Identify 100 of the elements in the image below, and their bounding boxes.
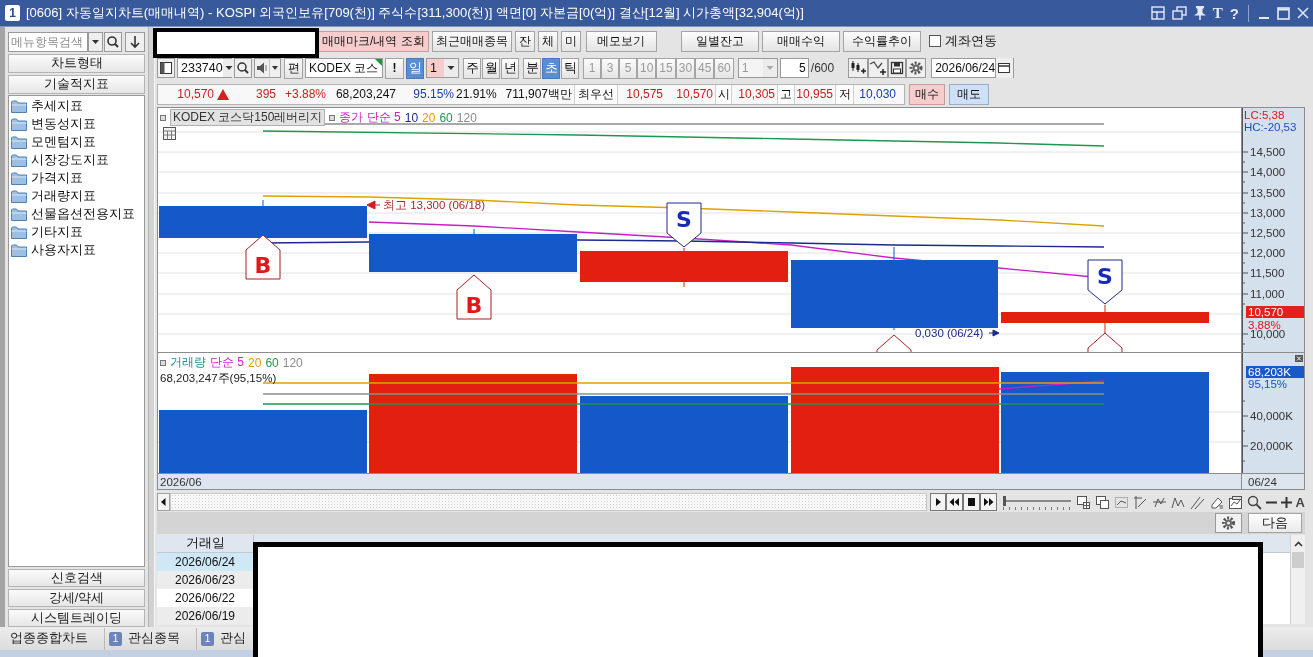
close-pane-icon[interactable] (1295, 355, 1303, 362)
period-tab[interactable]: 주 (463, 57, 481, 79)
toolbar-button[interactable]: 잔 (514, 30, 535, 52)
taskbar-item[interactable]: 1 관심종목 (105, 627, 197, 650)
series-name-label: KODEX 코스닥150레버리지 (170, 109, 326, 126)
bar-count-field[interactable]: 5 (779, 58, 809, 78)
toolbar-button[interactable]: 최근매매종목 (431, 30, 512, 52)
windows-icon[interactable] (1171, 6, 1187, 20)
text-size-button[interactable]: T (1212, 5, 1223, 21)
speaker-icon[interactable] (254, 58, 281, 78)
window-title: [0606] 자동일지차트(매매내역) - KOSPI 외국인보유[709(천)] 주식수[311,300(천)] 액면[0] 자본금[0(억)] 결산[12월] 시가총액[32,904(억)] (26, 4, 804, 22)
close-icon[interactable] (1297, 7, 1309, 19)
left-arrow-icon (366, 200, 381, 210)
alert-button[interactable]: ! (385, 57, 404, 79)
table-row[interactable]: 2026/06/24 (157, 553, 253, 571)
quote-label: 시 (715, 84, 732, 104)
help-button[interactable]: ? (1229, 5, 1239, 21)
toolbar-button[interactable]: 미 (560, 30, 581, 52)
toolbar-button[interactable]: 매매마크/내역 조회 (318, 30, 429, 52)
table-row[interactable]: 2026/06/23 (157, 571, 253, 589)
up-caret-icon[interactable] (1293, 541, 1303, 547)
quote-label: 고 (777, 84, 795, 104)
tree-item[interactable]: 변동성지표 (9, 115, 144, 133)
report-button[interactable]: 일별잔고 (680, 30, 759, 52)
tree-item[interactable]: 선물옵션전용지표 (9, 205, 144, 223)
dropdown-caret-icon[interactable] (88, 32, 103, 52)
play-icon[interactable] (929, 493, 946, 511)
calendar-icon[interactable] (995, 58, 1014, 78)
pin-icon[interactable] (1193, 6, 1206, 20)
trend-line-icon[interactable] (1132, 494, 1148, 510)
edit-button[interactable]: 편 (284, 57, 303, 79)
layout-icon[interactable] (1150, 6, 1165, 20)
period-tab[interactable]: 분 (523, 57, 541, 79)
buy-signal-marker: B (245, 234, 281, 280)
menu-search-field[interactable]: 메뉴항목검색 (8, 32, 88, 52)
text-tool-button[interactable]: A (1295, 494, 1305, 510)
panel-icon[interactable] (157, 58, 175, 78)
account-link-checkbox[interactable] (928, 35, 941, 47)
tree-item[interactable]: 가격지표 (9, 169, 144, 187)
tree-item[interactable]: 시장강도지표 (9, 151, 144, 169)
taskbar-item[interactable]: 1 관심 (197, 627, 248, 650)
scrollbar-thumb[interactable] (1292, 552, 1304, 568)
sell-button[interactable]: 매도 (949, 83, 989, 105)
search-icon[interactable] (104, 32, 122, 52)
axis-tick-label: 11,000 (1250, 288, 1285, 300)
period-tab[interactable]: 월 (482, 57, 500, 79)
sidebar-tab-button[interactable]: 기술적지표 (8, 75, 145, 94)
sidebar-menu-button[interactable]: 시스템트레이딩 (8, 609, 145, 627)
tree-item[interactable]: 모멘텀지표 (9, 133, 144, 151)
stock-name-field[interactable]: KODEX 코스 (305, 58, 383, 78)
gear-icon[interactable] (906, 58, 927, 78)
plus-icon[interactable] (1280, 496, 1292, 508)
period-tab[interactable]: 틱 (561, 57, 579, 79)
candle-plus-icon[interactable] (848, 58, 869, 78)
caret-icon[interactable] (444, 59, 458, 77)
maximize-icon[interactable] (1277, 6, 1290, 20)
tree-item[interactable]: 사용자지표 (9, 241, 144, 259)
date-field[interactable]: 2026/06/24 (931, 58, 1015, 78)
search-icon[interactable] (1246, 494, 1262, 510)
quote-value: 10,305 (737, 87, 776, 101)
folder-icon (11, 99, 27, 113)
gear-icon[interactable] (1215, 513, 1242, 533)
search-icon[interactable] (234, 58, 252, 78)
caret-icon[interactable] (222, 59, 235, 77)
period-tab[interactable]: 년 (501, 57, 519, 79)
stock-code-field[interactable]: 233740 (177, 58, 232, 78)
legend-label: 20 (422, 110, 436, 125)
sidebar-menu-button[interactable]: 강세/약세 (8, 589, 145, 607)
high-price-label: 최고 13,300 (06/18) (383, 199, 485, 211)
next-button[interactable]: 다음 (1248, 513, 1302, 533)
tree-item[interactable]: 기타지표 (9, 223, 144, 241)
report-button[interactable]: 매매수익 (761, 30, 840, 52)
legend-label: 60 (439, 110, 453, 125)
grid-window-icon[interactable] (1075, 494, 1091, 510)
zigzag-plus-icon[interactable] (868, 58, 889, 78)
table-scrollbar[interactable] (1290, 535, 1305, 624)
period-count-field[interactable]: 1 (426, 58, 459, 78)
quote-value: 21.91% (456, 87, 498, 101)
overlap-window-icon[interactable] (1094, 494, 1110, 510)
sidebar-tab-button[interactable]: 차트형태 (8, 54, 145, 73)
change-rate-label: 3,88% (1248, 319, 1281, 331)
table-row[interactable]: 2026/06/19 (157, 607, 253, 625)
buy-button[interactable]: 매수 (909, 83, 945, 105)
tree-item[interactable]: 거래량지표 (9, 187, 144, 205)
table-icon[interactable] (163, 127, 176, 140)
report-button[interactable]: 수익률추이 (842, 30, 921, 52)
toolbar-button[interactable]: 체 (537, 30, 558, 52)
last-volume-badge: 68,203K (1246, 366, 1304, 378)
slider-thumb[interactable] (1002, 496, 1006, 506)
dotted-chart-icon[interactable] (1113, 494, 1129, 510)
rewind-icon[interactable] (945, 493, 963, 511)
diagonal-line-icon[interactable] (1189, 494, 1205, 510)
fast-forward-icon[interactable] (979, 493, 997, 511)
tree-item[interactable]: 추세지표 (9, 97, 144, 115)
taskbar-item[interactable]: 업종종합차트 (6, 627, 105, 650)
stop-icon[interactable] (962, 493, 980, 511)
toolbar-button[interactable]: 메모보기 (585, 30, 657, 52)
chart-window-icon[interactable] (1227, 494, 1243, 510)
sidebar-menu-button[interactable]: 신호검색 (8, 569, 145, 587)
save-icon[interactable] (888, 58, 907, 78)
